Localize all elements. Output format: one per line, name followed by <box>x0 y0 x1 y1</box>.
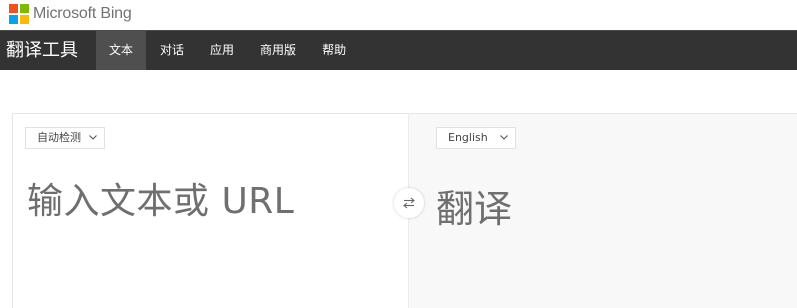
top-navigation: 翻译工具 文本 对话 应用 商用版 帮助 <box>0 30 797 70</box>
source-language-select[interactable]: 自动检测 <box>25 127 105 149</box>
target-language-select[interactable]: English <box>436 127 516 149</box>
source-language-label: 自动检测 <box>37 131 81 144</box>
swap-languages-button[interactable] <box>394 188 424 218</box>
tab-conversation[interactable]: 对话 <box>148 31 196 70</box>
target-language-label: English <box>448 131 488 144</box>
translator-panel: 自动检测 输入文本或 URL English 翻译 <box>12 113 797 308</box>
tab-text[interactable]: 文本 <box>96 31 147 70</box>
bing-translator-page: Microsoft Bing 翻译工具 文本 对话 应用 商用版 帮助 自动检测… <box>0 0 797 308</box>
swap-arrows-icon <box>403 197 415 209</box>
nav-tabs: 文本 对话 应用 商用版 帮助 <box>96 31 358 71</box>
target-pane: English 翻译 <box>408 114 797 308</box>
tab-apps[interactable]: 应用 <box>198 31 246 70</box>
page-title[interactable]: 翻译工具 <box>6 31 78 71</box>
tab-help[interactable]: 帮助 <box>310 31 358 70</box>
translation-output: 翻译 <box>436 187 513 231</box>
brand-bar: Microsoft Bing <box>0 0 797 30</box>
brand-name[interactable]: Microsoft Bing <box>33 3 132 25</box>
microsoft-logo-icon[interactable] <box>9 4 29 24</box>
tab-business[interactable]: 商用版 <box>248 31 308 70</box>
source-pane[interactable]: 自动检测 输入文本或 URL <box>13 114 408 308</box>
source-text-input[interactable]: 输入文本或 URL <box>27 177 294 227</box>
chevron-down-icon <box>89 135 97 140</box>
chevron-down-icon <box>500 135 508 140</box>
